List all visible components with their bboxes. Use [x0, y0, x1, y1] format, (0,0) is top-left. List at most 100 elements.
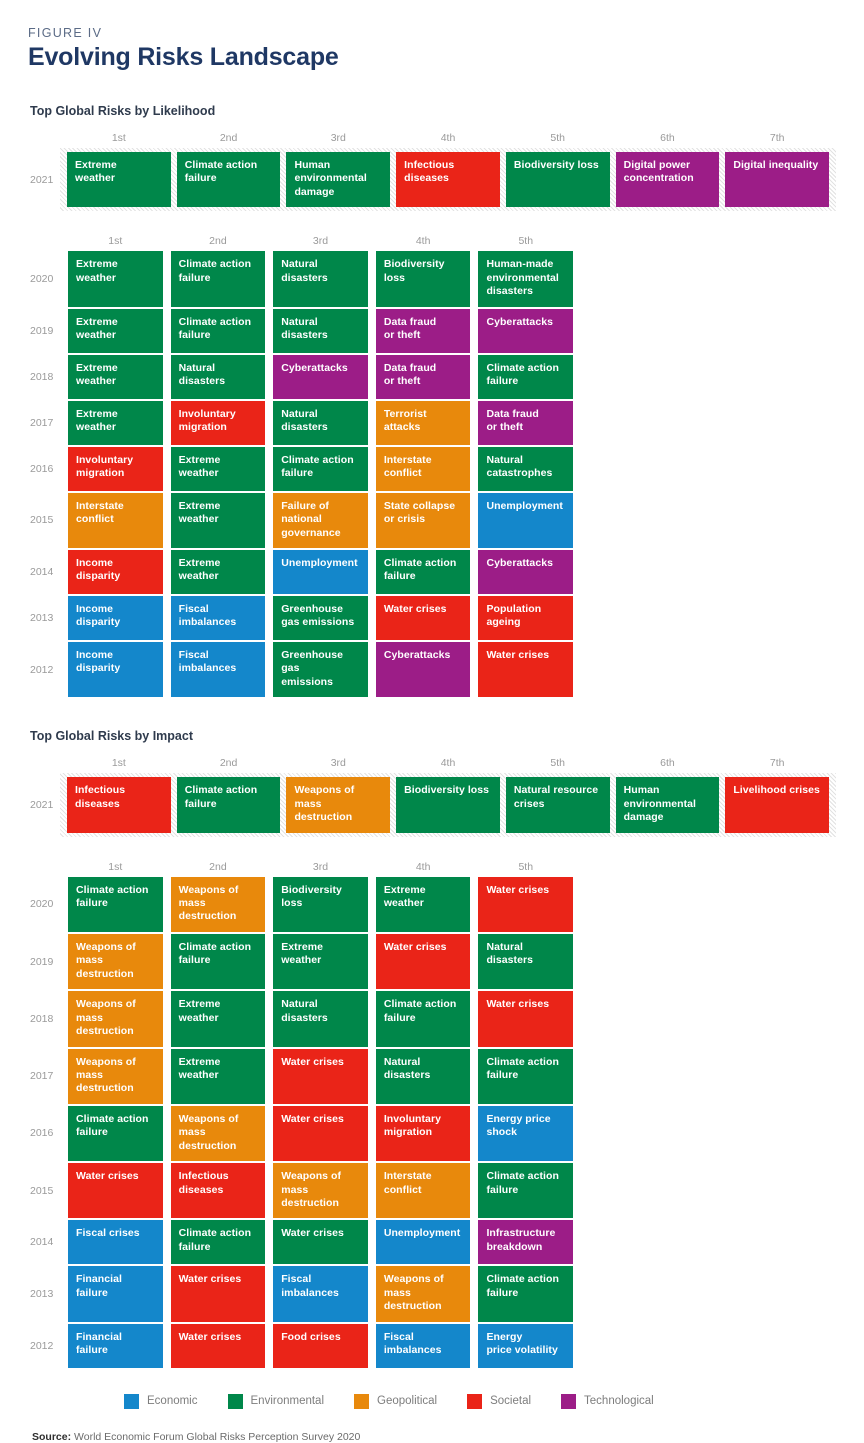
risk-cell[interactable]: Natural catastrophes	[478, 446, 574, 491]
risk-cell[interactable]: Extreme weather	[67, 152, 171, 208]
risk-cell[interactable]: Water crises	[170, 1266, 266, 1322]
risk-cell[interactable]: Extreme weather	[375, 876, 471, 932]
risk-cell[interactable]: Water crises	[273, 1220, 368, 1265]
risk-cell[interactable]: Climate action failure	[170, 933, 266, 990]
risk-cell[interactable]: Extreme weather	[68, 251, 163, 307]
risk-cell[interactable]: Extreme weather	[68, 400, 163, 445]
risk-cell[interactable]: Weapons of mass destruction	[170, 876, 266, 932]
risk-cell[interactable]: Involuntary migration	[375, 1105, 471, 1162]
risk-cell[interactable]: Fiscal imbalances	[170, 641, 266, 698]
risk-cell[interactable]: Involuntary migration	[68, 446, 163, 491]
risk-cell[interactable]: Unemployment	[478, 492, 574, 548]
risk-cell[interactable]: Extreme weather	[273, 933, 368, 990]
risk-cell[interactable]: Weapons of mass destruction	[375, 1266, 471, 1322]
risk-cell[interactable]: Climate action failure	[478, 1048, 574, 1104]
risk-cell[interactable]: Cyberattacks	[375, 641, 471, 698]
risk-cell[interactable]: Natural resource crises	[505, 777, 610, 833]
risk-cell[interactable]: Biodiversity loss	[505, 152, 610, 208]
risk-cell[interactable]: Fiscal imbalances	[375, 1323, 471, 1368]
risk-cell[interactable]: Human environmental damage	[286, 152, 391, 208]
risk-cell[interactable]: Data fraud or theft	[375, 354, 471, 399]
risk-cell[interactable]: Water crises	[375, 595, 471, 640]
risk-cell[interactable]: Cyberattacks	[273, 354, 368, 399]
risk-cell[interactable]: Water crises	[273, 1048, 368, 1104]
risk-cell[interactable]: Infectious diseases	[67, 777, 171, 833]
risk-cell[interactable]: Fiscal imbalances	[170, 595, 266, 640]
risk-cell[interactable]: Water crises	[478, 991, 574, 1047]
risk-cell[interactable]: Interstate conflict	[375, 1163, 471, 1219]
risk-cell[interactable]: Financial failure	[68, 1323, 163, 1368]
risk-cell[interactable]: Natural disasters	[273, 308, 368, 353]
risk-cell[interactable]: Extreme weather	[170, 446, 266, 491]
risk-cell[interactable]: Financial failure	[68, 1266, 163, 1322]
risk-cell[interactable]: Climate action failure	[375, 991, 471, 1047]
risk-cell[interactable]: Income disparity	[68, 549, 163, 594]
risk-cell[interactable]: Cyberattacks	[478, 549, 574, 594]
risk-cell[interactable]: Infrastructure breakdown	[478, 1220, 574, 1265]
risk-cell[interactable]: Extreme weather	[170, 991, 266, 1047]
risk-cell[interactable]: Natural disasters	[273, 251, 368, 307]
risk-cell[interactable]: Fiscal imbalances	[273, 1266, 368, 1322]
risk-cell[interactable]: Data fraud or theft	[478, 400, 574, 445]
risk-cell[interactable]: Weapons of mass destruction	[170, 1105, 266, 1162]
risk-cell[interactable]: Natural disasters	[478, 933, 574, 990]
risk-cell[interactable]: Water crises	[478, 876, 574, 932]
risk-cell[interactable]: Extreme weather	[170, 549, 266, 594]
risk-cell[interactable]: Natural disasters	[273, 991, 368, 1047]
risk-cell[interactable]: Income disparity	[68, 641, 163, 698]
risk-cell[interactable]: Biodiversity loss	[273, 876, 368, 932]
risk-cell[interactable]: Weapons of mass destruction	[68, 991, 163, 1047]
risk-cell[interactable]: Unemployment	[273, 549, 368, 594]
risk-cell[interactable]: Infectious diseases	[396, 152, 500, 208]
risk-cell[interactable]: Interstate conflict	[68, 492, 163, 548]
risk-cell[interactable]: Livelihood crises	[725, 777, 830, 833]
risk-cell[interactable]: Failure of national governance	[273, 492, 368, 548]
risk-cell[interactable]: Natural disasters	[273, 400, 368, 445]
risk-cell[interactable]: Human environmental damage	[615, 777, 720, 833]
risk-cell[interactable]: Cyberattacks	[478, 308, 574, 353]
risk-cell[interactable]: Fiscal crises	[68, 1220, 163, 1265]
risk-cell[interactable]: Income disparity	[68, 595, 163, 640]
risk-cell[interactable]: Water crises	[170, 1323, 266, 1368]
risk-cell[interactable]: Climate action failure	[176, 152, 281, 208]
risk-cell[interactable]: State collapse or crisis	[375, 492, 471, 548]
risk-cell[interactable]: Natural disasters	[170, 354, 266, 399]
risk-cell[interactable]: Interstate conflict	[375, 446, 471, 491]
risk-cell[interactable]: Weapons of mass destruction	[286, 777, 391, 833]
risk-cell[interactable]: Energy price shock	[478, 1105, 574, 1162]
risk-cell[interactable]: Terrorist attacks	[375, 400, 471, 445]
risk-cell[interactable]: Climate action failure	[68, 1105, 163, 1162]
risk-cell[interactable]: Climate action failure	[478, 354, 574, 399]
risk-cell[interactable]: Extreme weather	[170, 1048, 266, 1104]
risk-cell[interactable]: Data fraud or theft	[375, 308, 471, 353]
risk-cell[interactable]: Climate action failure	[170, 1220, 266, 1265]
risk-cell[interactable]: Infectious diseases	[170, 1163, 266, 1219]
risk-cell[interactable]: Weapons of mass destruction	[68, 933, 163, 990]
risk-cell[interactable]: Water crises	[273, 1105, 368, 1162]
risk-cell[interactable]: Climate action failure	[375, 549, 471, 594]
risk-cell[interactable]: Climate action failure	[68, 876, 163, 932]
risk-cell[interactable]: Climate action failure	[176, 777, 281, 833]
risk-cell[interactable]: Digital power concentration	[615, 152, 720, 208]
risk-cell[interactable]: Climate action failure	[478, 1163, 574, 1219]
risk-cell[interactable]: Unemployment	[375, 1220, 471, 1265]
risk-cell[interactable]: Extreme weather	[170, 492, 266, 548]
risk-cell[interactable]: Climate action failure	[170, 308, 266, 353]
risk-cell[interactable]: Food crises	[273, 1323, 368, 1368]
risk-cell[interactable]: Climate action failure	[170, 251, 266, 307]
risk-cell[interactable]: Weapons of mass destruction	[68, 1048, 163, 1104]
risk-cell[interactable]: Greenhouse gas emissions	[273, 595, 368, 640]
risk-cell[interactable]: Population ageing	[478, 595, 574, 640]
risk-cell[interactable]: Water crises	[68, 1163, 163, 1219]
risk-cell[interactable]: Natural disasters	[375, 1048, 471, 1104]
risk-cell[interactable]: Weapons of mass destruction	[273, 1163, 368, 1219]
risk-cell[interactable]: Energy price volatility	[478, 1323, 574, 1368]
risk-cell[interactable]: Climate action failure	[478, 1266, 574, 1322]
risk-cell[interactable]: Digital inequality	[725, 152, 830, 208]
risk-cell[interactable]: Climate action failure	[273, 446, 368, 491]
risk-cell[interactable]: Biodiversity loss	[375, 251, 471, 307]
risk-cell[interactable]: Involuntary migration	[170, 400, 266, 445]
risk-cell[interactable]: Extreme weather	[68, 354, 163, 399]
risk-cell[interactable]: Human-made environmental disasters	[478, 251, 574, 307]
risk-cell[interactable]: Water crises	[375, 933, 471, 990]
